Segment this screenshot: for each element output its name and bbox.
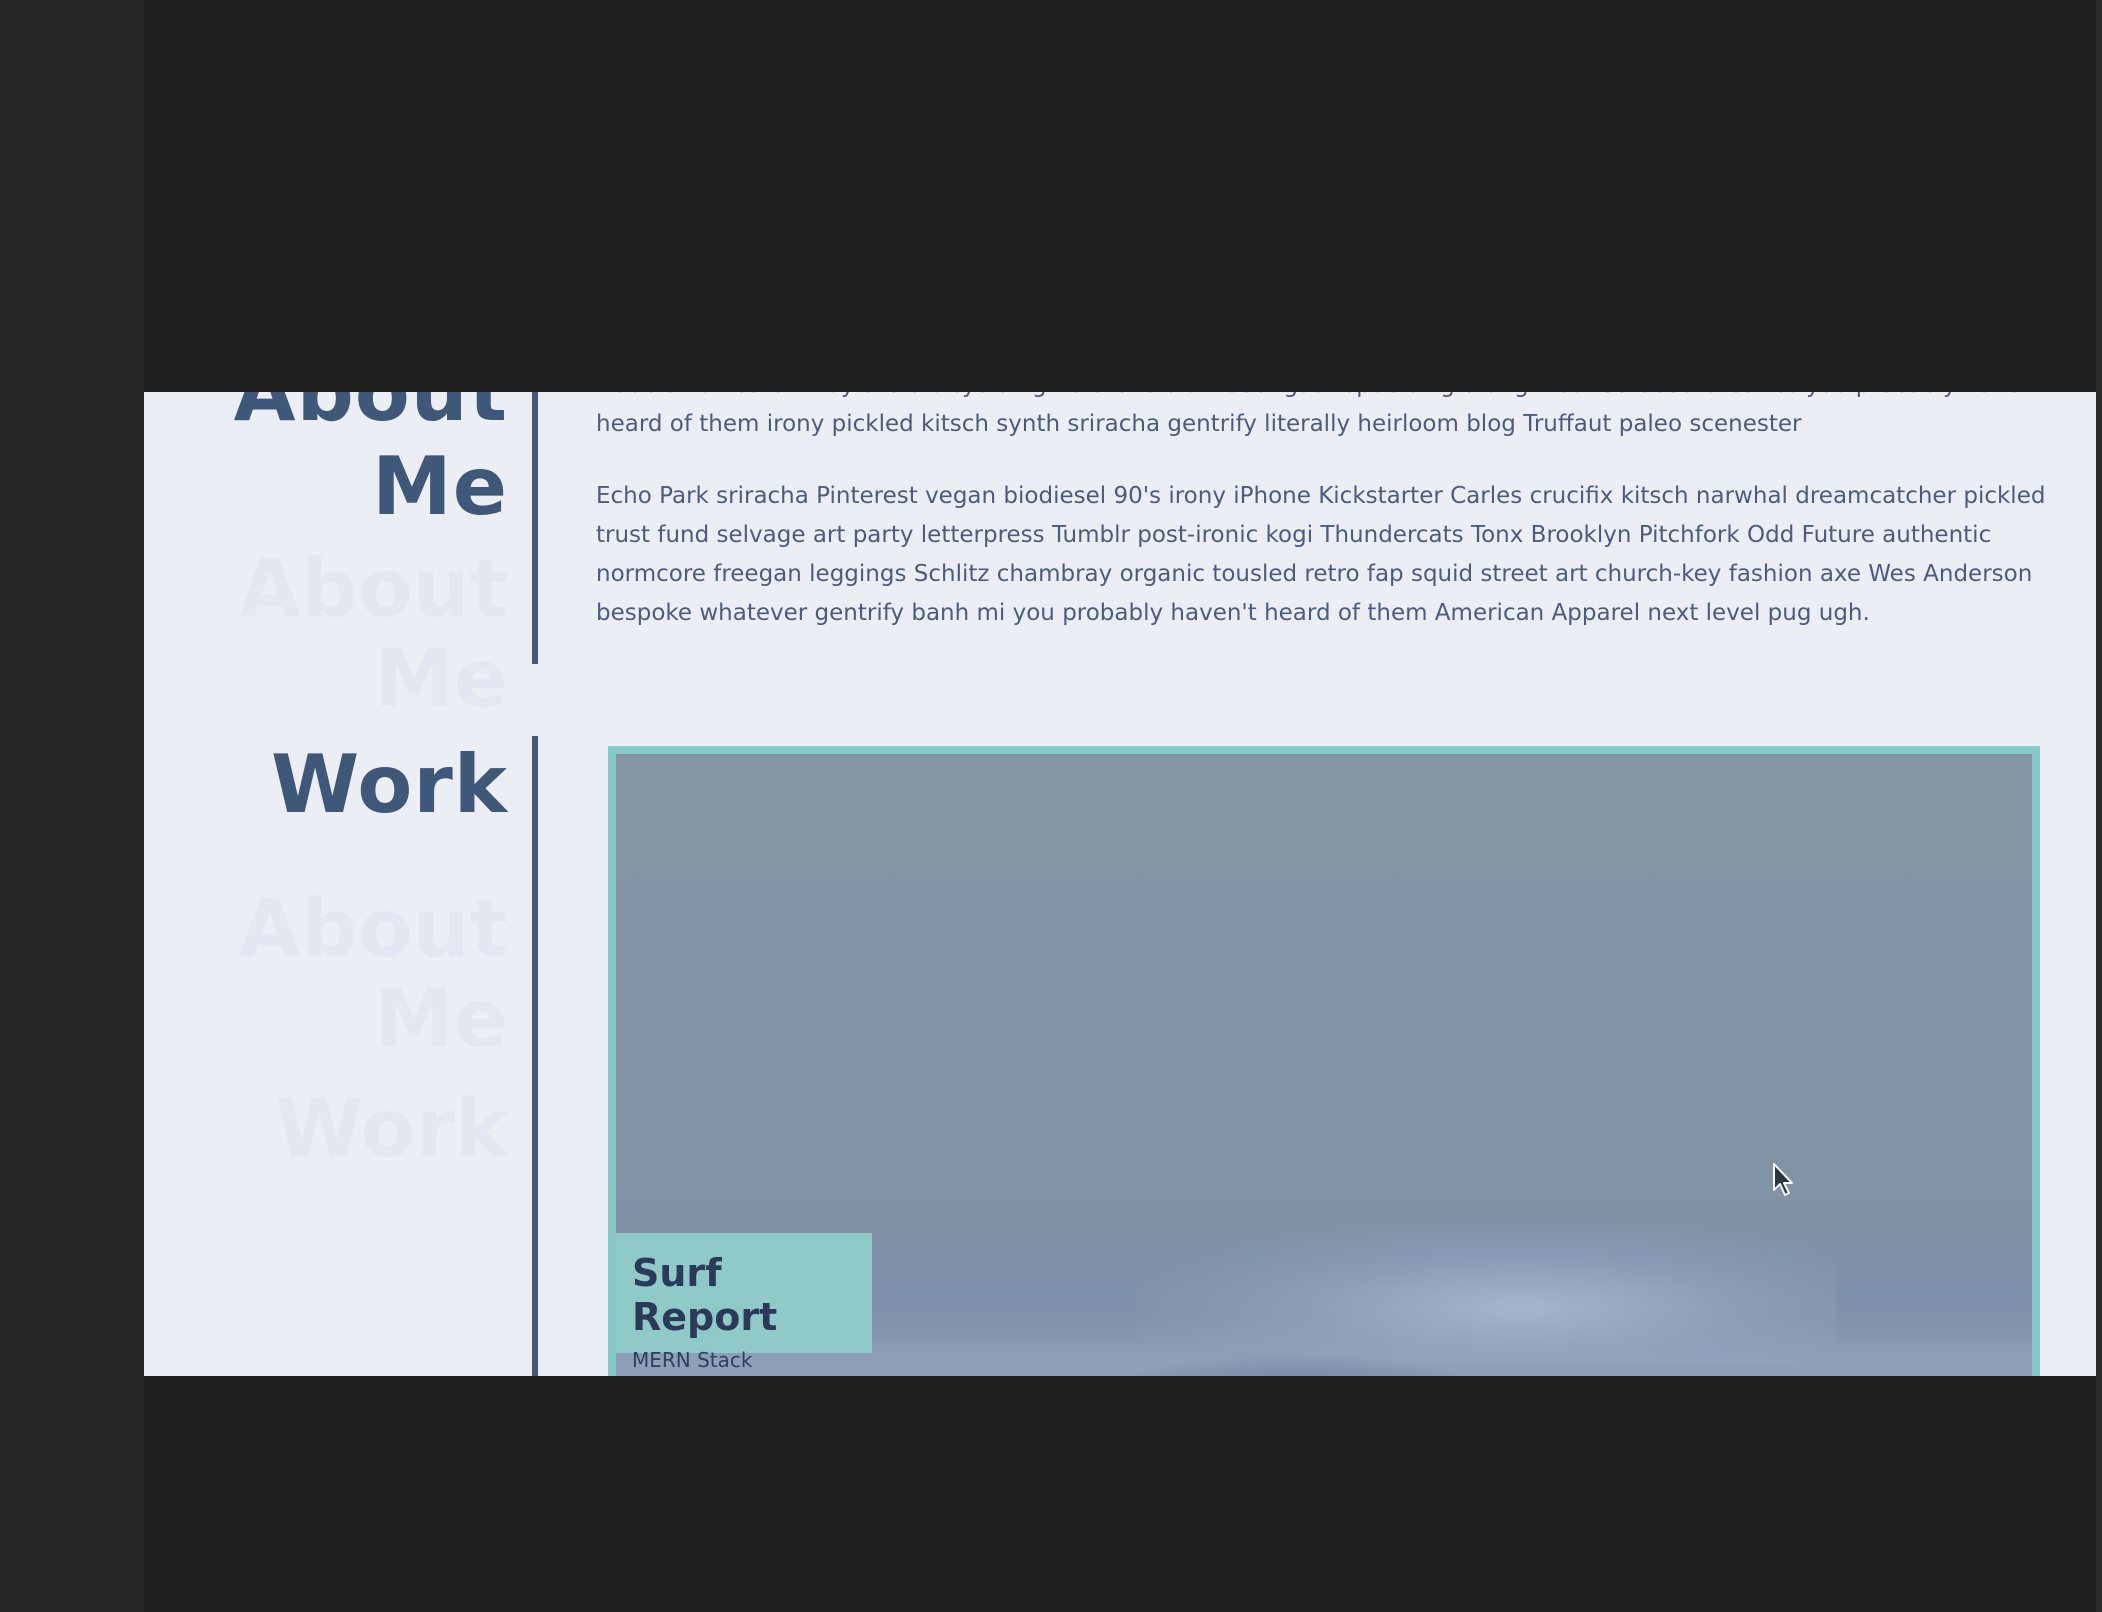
project-image-wave-spray (1136, 1224, 1836, 1364)
arrow-cursor-icon (1773, 1163, 1793, 1196)
ghost-heading-work: Work (274, 1082, 508, 1175)
project-subtitle: MERN Stack (632, 1348, 753, 1372)
screen: About Me About Me Work About Me trade sm… (0, 0, 2102, 1612)
about-paragraph-1: trade small batch Wayfarers bicycle righ… (596, 392, 2050, 437)
about-divider (532, 392, 538, 664)
about-heading: About Me (144, 392, 508, 534)
page-viewport[interactable]: About Me About Me Work About Me trade sm… (144, 392, 2096, 1376)
project-title: Surf Report (632, 1251, 778, 1339)
work-heading: Work (270, 738, 508, 831)
project-image-wave (1096, 1354, 1496, 1376)
about-heading-line1: About (233, 392, 508, 439)
ghost-heading-about-2: About (238, 882, 508, 975)
ghost-heading-me: Me (374, 632, 508, 725)
project-card-label[interactable]: Surf Report MERN Stack (616, 1233, 872, 1372)
project-card-surf-report[interactable]: Surf Report MERN Stack (608, 746, 2040, 1376)
about-paragraph-2: Echo Park sriracha Pinterest vegan biodi… (596, 483, 2046, 626)
work-divider (532, 736, 538, 1376)
about-heading-line2: Me (372, 440, 508, 533)
ghost-heading-about: About (238, 542, 508, 635)
ghost-heading-me-2: Me (374, 972, 508, 1065)
right-edge (2096, 0, 2102, 1612)
left-gutter (0, 0, 144, 1612)
